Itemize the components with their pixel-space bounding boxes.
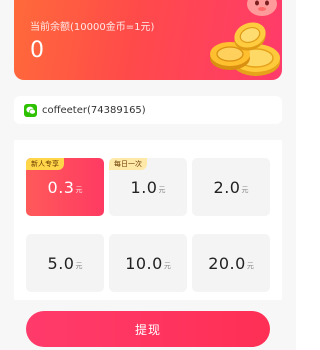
- balance-value: 0: [30, 38, 44, 63]
- amount-value: 20.0: [208, 253, 246, 273]
- amount-value: 10.0: [125, 253, 163, 273]
- withdraw-button[interactable]: 提现: [26, 311, 270, 347]
- amount-unit: 元: [75, 186, 83, 194]
- amount-unit: 元: [75, 262, 83, 270]
- amount-option-0-3[interactable]: 新人专享 0.3 元: [26, 158, 104, 216]
- amount-option-5-0[interactable]: 5.0 元: [26, 234, 104, 292]
- amount-option-2-0[interactable]: 2.0 元: [192, 158, 270, 216]
- amount-unit: 元: [158, 186, 166, 194]
- wechat-icon: [24, 103, 37, 117]
- daily-once-badge: 每日一次: [109, 158, 147, 170]
- amount-value: 1.0: [130, 177, 158, 197]
- amount-value: 0.3: [47, 177, 75, 197]
- new-user-badge: 新人专享: [26, 158, 64, 170]
- mascot-icon: [247, 0, 277, 16]
- balance-label: 当前余额(10000金币=1元): [30, 22, 155, 33]
- amount-option-10-0[interactable]: 10.0 元: [109, 234, 187, 292]
- balance-card: 当前余额(10000金币=1元) 0: [14, 0, 282, 80]
- amount-options: 新人专享 0.3 元 每日一次 1.0 元 2.0 元 5.0 元 10.0 元…: [14, 140, 282, 300]
- amount-unit: 元: [241, 186, 249, 194]
- amount-unit: 元: [246, 262, 254, 270]
- account-name: coffeeter(74389165): [42, 104, 146, 116]
- amount-value: 5.0: [47, 253, 75, 273]
- withdraw-page: 当前余额(10000金币=1元) 0 coffeeter(74389165) 新…: [0, 0, 296, 350]
- coins-icon: [210, 22, 280, 76]
- amount-unit: 元: [163, 262, 171, 270]
- amount-option-20-0[interactable]: 20.0 元: [192, 234, 270, 292]
- amount-value: 2.0: [213, 177, 241, 197]
- wechat-account-row: coffeeter(74389165): [14, 96, 282, 124]
- amount-option-1-0[interactable]: 每日一次 1.0 元: [109, 158, 187, 216]
